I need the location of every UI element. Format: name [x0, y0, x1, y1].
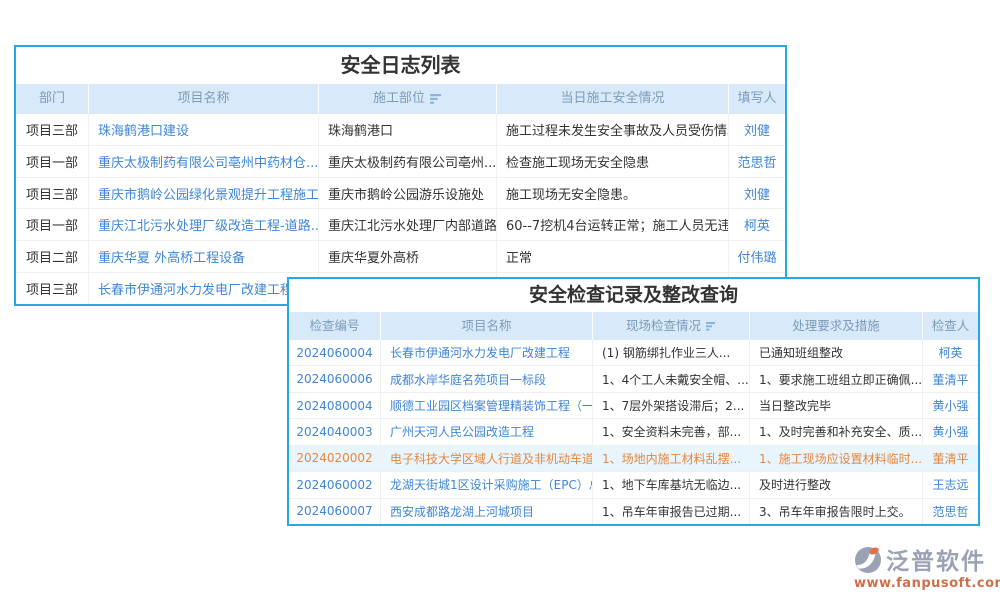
status-cell: 正常	[497, 241, 729, 272]
table-row[interactable]: 2024060007 西安成都路龙湖上河城项目 1、吊车年审报告已过期... 3…	[289, 498, 978, 524]
check-no-link[interactable]: 2024080004	[289, 393, 381, 418]
writer-link[interactable]: 柯英	[729, 209, 785, 240]
inspector-link[interactable]: 黄小强	[923, 419, 978, 444]
inspector-link[interactable]: 董清平	[923, 446, 978, 471]
inspector-link[interactable]: 董清平	[923, 366, 978, 391]
table-row[interactable]: 项目一部 重庆江北污水处理厂级改造工程-道路... 重庆江北污水处理厂内部道路 …	[16, 208, 785, 240]
project-link[interactable]: 龙湖天街城1区设计采购施工（EPC）总承	[381, 472, 593, 497]
writer-link[interactable]: 刘健	[729, 114, 785, 145]
inspection-cell: 1、场地内施工材料乱摆...	[593, 446, 750, 471]
safety-check-table: 安全检查记录及整改查询 检查编号 项目名称 现场检查情况 处理要求及措施 检查人…	[287, 277, 980, 526]
measures-cell: 1、及时完善和补充安全、质...	[750, 419, 923, 444]
table-row[interactable]: 项目三部 珠海鹤港口建设 珠海鹤港口 施工过程未发生安全事故及人员受伤情况 刘健	[16, 114, 785, 145]
project-link[interactable]: 珠海鹤港口建设	[89, 114, 319, 145]
table-row[interactable]: 2024040003 广州天河人民公园改造工程 1、安全资料未完善，部... 1…	[289, 418, 978, 444]
check-no-link[interactable]: 2024060006	[289, 366, 381, 391]
project-link[interactable]: 长春市伊通河水力发电厂改建工程	[381, 340, 593, 365]
table-row[interactable]: 2024080004 顺德工业园区档案管理精装饰工程（一标段 1、7层外架搭设滞…	[289, 392, 978, 418]
column-header-inspector: 检查人	[923, 312, 978, 340]
fanpu-logo-icon	[854, 543, 884, 575]
column-header-writer: 填写人	[729, 84, 785, 114]
inspector-link[interactable]: 王志远	[923, 472, 978, 497]
project-link[interactable]: 长春市伊通河水力发电厂改建工程	[89, 273, 319, 304]
project-link[interactable]: 重庆太极制药有限公司亳州中药材仓...	[89, 146, 319, 177]
location-cell: 重庆华夏外高桥	[319, 241, 497, 272]
location-cell: 珠海鹤港口	[319, 114, 497, 145]
column-header-project: 项目名称	[381, 312, 593, 340]
sort-icon[interactable]	[430, 94, 442, 104]
dept-cell: 项目二部	[16, 241, 89, 272]
project-link[interactable]: 重庆市鹅岭公园绿化景观提升工程施工	[89, 178, 319, 209]
inspection-cell: 1、安全资料未完善，部...	[593, 419, 750, 444]
inspector-link[interactable]: 柯英	[923, 340, 978, 365]
project-link[interactable]: 重庆华夏 外高桥工程设备	[89, 241, 319, 272]
inspector-link[interactable]: 黄小强	[923, 393, 978, 418]
writer-link[interactable]: 刘健	[729, 178, 785, 209]
dept-cell: 项目一部	[16, 146, 89, 177]
location-cell: 重庆市鹅岭公园游乐设施处	[319, 178, 497, 209]
project-link[interactable]: 成都水岸华庭名苑项目一标段	[381, 366, 593, 391]
column-header-dept: 部门	[16, 84, 89, 114]
project-link[interactable]: 广州天河人民公园改造工程	[381, 419, 593, 444]
inspector-link[interactable]: 范思哲	[923, 499, 978, 524]
safety-check-table-title: 安全检查记录及整改查询	[289, 279, 978, 312]
brand-name: 泛普软件	[886, 542, 986, 576]
column-header-daily-status: 当日施工安全情况	[497, 84, 729, 114]
measures-cell: 及时进行整改	[750, 472, 923, 497]
table-row[interactable]: 2024060006 成都水岸华庭名苑项目一标段 1、4个工人未戴安全帽、...…	[289, 365, 978, 391]
project-link[interactable]: 顺德工业园区档案管理精装饰工程（一标段	[381, 393, 593, 418]
inspection-cell: 1、4个工人未戴安全帽、...	[593, 366, 750, 391]
status-cell: 施工现场无安全隐患。	[497, 178, 729, 209]
brand-url: www.fanpusoft.com	[854, 576, 992, 591]
column-header-check-no: 检查编号	[289, 312, 381, 340]
measures-cell: 当日整改完毕	[750, 393, 923, 418]
table-row[interactable]: 项目二部 重庆华夏 外高桥工程设备 重庆华夏外高桥 正常 付伟璐	[16, 240, 785, 272]
dept-cell: 项目三部	[16, 114, 89, 145]
measures-cell: 1、施工现场应设置材料临时...	[750, 446, 923, 471]
safety-log-table-header: 部门 项目名称 施工部位 当日施工安全情况 填写人	[16, 84, 785, 114]
inspection-cell: (1) 钢筋绑扎作业三人...	[593, 340, 750, 365]
sort-icon[interactable]	[706, 322, 716, 331]
check-no-link[interactable]: 2024060004	[289, 340, 381, 365]
inspection-cell: 1、7层外架搭设滞后；2...	[593, 393, 750, 418]
dept-cell: 项目一部	[16, 209, 89, 240]
fanpu-branding: 泛普软件 www.fanpusoft.com	[854, 542, 992, 591]
dept-cell: 项目三部	[16, 273, 89, 304]
status-cell: 60--7挖机4台运转正常；施工人员无违...	[497, 209, 729, 240]
status-cell: 施工过程未发生安全事故及人员受伤情况	[497, 114, 729, 145]
table-row-highlighted[interactable]: 2024020002 电子科技大学区域人行道及非机动车道工程 1、场地内施工材料…	[289, 445, 978, 471]
project-link[interactable]: 重庆江北污水处理厂级改造工程-道路...	[89, 209, 319, 240]
project-link[interactable]: 电子科技大学区域人行道及非机动车道工程	[381, 446, 593, 471]
column-header-project: 项目名称	[89, 84, 319, 114]
table-row[interactable]: 2024060002 龙湖天街城1区设计采购施工（EPC）总承 1、地下车库基坑…	[289, 471, 978, 497]
safety-log-table-body: 项目三部 珠海鹤港口建设 珠海鹤港口 施工过程未发生安全事故及人员受伤情况 刘健…	[16, 114, 785, 304]
check-no-link[interactable]: 2024060007	[289, 499, 381, 524]
safety-log-table: 安全日志列表 部门 项目名称 施工部位 当日施工安全情况 填写人 项目三部 珠海…	[14, 45, 787, 306]
status-cell: 检查施工现场无安全隐患	[497, 146, 729, 177]
check-no-link[interactable]: 2024040003	[289, 419, 381, 444]
check-no-link[interactable]: 2024020002	[289, 446, 381, 471]
table-row[interactable]: 项目三部 重庆市鹅岭公园绿化景观提升工程施工 重庆市鹅岭公园游乐设施处 施工现场…	[16, 177, 785, 209]
writer-link[interactable]: 范思哲	[729, 146, 785, 177]
safety-check-table-body: 2024060004 长春市伊通河水力发电厂改建工程 (1) 钢筋绑扎作业三人.…	[289, 340, 978, 524]
safety-check-table-header: 检查编号 项目名称 现场检查情况 处理要求及措施 检查人	[289, 312, 978, 340]
measures-cell: 已通知班组整改	[750, 340, 923, 365]
project-link[interactable]: 西安成都路龙湖上河城项目	[381, 499, 593, 524]
column-header-inspection[interactable]: 现场检查情况	[593, 312, 750, 340]
inspection-cell: 1、吊车年审报告已过期...	[593, 499, 750, 524]
table-row[interactable]: 2024060004 长春市伊通河水力发电厂改建工程 (1) 钢筋绑扎作业三人.…	[289, 340, 978, 365]
inspection-cell: 1、地下车库基坑无临边...	[593, 472, 750, 497]
table-row[interactable]: 项目一部 重庆太极制药有限公司亳州中药材仓... 重庆太极制药有限公司亳州...…	[16, 145, 785, 177]
safety-log-table-title: 安全日志列表	[16, 47, 785, 84]
location-cell: 重庆江北污水处理厂内部道路	[319, 209, 497, 240]
measures-cell: 3、吊车年审报告限时上交。	[750, 499, 923, 524]
location-cell: 重庆太极制药有限公司亳州...	[319, 146, 497, 177]
column-header-location[interactable]: 施工部位	[319, 84, 497, 114]
writer-link[interactable]: 付伟璐	[729, 241, 785, 272]
column-header-measures: 处理要求及措施	[750, 312, 923, 340]
measures-cell: 1、要求施工班组立即正确佩...	[750, 366, 923, 391]
check-no-link[interactable]: 2024060002	[289, 472, 381, 497]
dept-cell: 项目三部	[16, 178, 89, 209]
